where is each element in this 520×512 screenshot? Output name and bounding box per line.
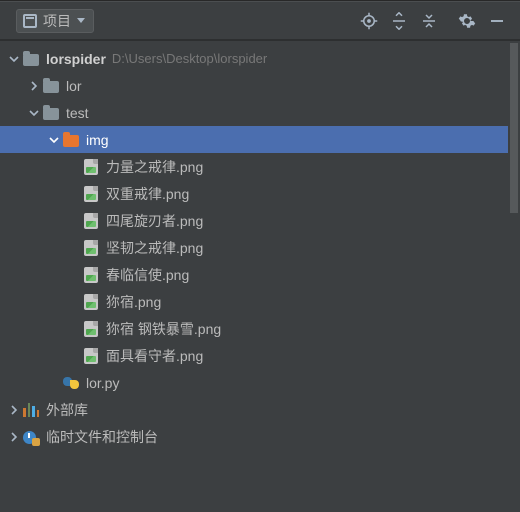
tree-file-png[interactable]: 坚韧之戒律.png: [0, 234, 520, 261]
tree-file-png[interactable]: 狝宿.png: [0, 288, 520, 315]
tree-file-png[interactable]: 面具看守者.png: [0, 342, 520, 369]
tree-folder-lor[interactable]: lor: [0, 72, 520, 99]
chevron-down-icon[interactable]: [26, 105, 42, 121]
chevron-right-icon[interactable]: [26, 78, 42, 94]
image-file-icon: [82, 347, 100, 365]
image-file-icon: [82, 239, 100, 257]
file-label: 狝宿.png: [106, 292, 161, 312]
image-file-icon: [82, 293, 100, 311]
project-label: 项目: [43, 11, 71, 31]
gear-icon[interactable]: [452, 6, 482, 36]
file-label: 四尾旋刃者.png: [106, 211, 203, 231]
image-file-icon: [82, 158, 100, 176]
tree-root[interactable]: lorspider D:\Users\Desktop\lorspider: [0, 45, 520, 72]
project-selector-button[interactable]: 项目: [16, 9, 94, 33]
root-name: lorspider: [46, 51, 106, 67]
file-label: 力量之戒律.png: [106, 157, 203, 177]
external-libs-icon: [22, 401, 40, 419]
image-file-icon: [82, 266, 100, 284]
folder-icon: [62, 131, 80, 149]
scratches-icon: [22, 428, 40, 446]
scratches-label: 临时文件和控制台: [46, 427, 158, 447]
tree-file-png[interactable]: 四尾旋刃者.png: [0, 207, 520, 234]
tree-scratches[interactable]: 临时文件和控制台: [0, 423, 520, 450]
chevron-right-icon[interactable]: [6, 402, 22, 418]
tree-file-png[interactable]: 春临信使.png: [0, 261, 520, 288]
file-label: 面具看守者.png: [106, 346, 203, 366]
folder-icon: [42, 104, 60, 122]
file-label: 坚韧之戒律.png: [106, 238, 203, 258]
image-file-icon: [82, 320, 100, 338]
ext-libs-label: 外部库: [46, 400, 88, 420]
tree-file-png[interactable]: 双重戒律.png: [0, 180, 520, 207]
folder-label: lor: [66, 78, 82, 94]
python-file-icon: [62, 374, 80, 392]
folder-icon: [22, 50, 40, 68]
tree-file-py[interactable]: lor.py: [0, 369, 520, 396]
file-label: 狝宿 钢铁暴雪.png: [106, 319, 221, 339]
chevron-right-icon[interactable]: [6, 429, 22, 445]
folder-label: test: [66, 105, 89, 121]
project-icon: [23, 14, 37, 28]
toolbar: 项目: [0, 1, 520, 41]
tree-folder-img[interactable]: img: [0, 126, 520, 153]
folder-label: img: [86, 132, 109, 148]
image-file-icon: [82, 212, 100, 230]
project-tree[interactable]: lorspider D:\Users\Desktop\lorspider lor…: [0, 41, 520, 450]
collapse-all-icon[interactable]: [414, 6, 444, 36]
tree-external-libs[interactable]: 外部库: [0, 396, 520, 423]
minimize-icon[interactable]: [482, 6, 512, 36]
tree-file-png[interactable]: 力量之戒律.png: [0, 153, 520, 180]
chevron-down-icon[interactable]: [46, 132, 62, 148]
chevron-down-icon[interactable]: [6, 51, 22, 67]
chevron-down-icon: [77, 18, 85, 23]
root-path: D:\Users\Desktop\lorspider: [112, 51, 267, 66]
file-label: 春临信使.png: [106, 265, 189, 285]
locate-icon[interactable]: [354, 6, 384, 36]
image-file-icon: [82, 185, 100, 203]
file-label: 双重戒律.png: [106, 184, 189, 204]
file-label: lor.py: [86, 375, 119, 391]
scrollbar-thumb[interactable]: [510, 43, 518, 213]
tree-folder-test[interactable]: test: [0, 99, 520, 126]
folder-icon: [42, 77, 60, 95]
tree-file-png[interactable]: 狝宿 钢铁暴雪.png: [0, 315, 520, 342]
expand-all-icon[interactable]: [384, 6, 414, 36]
scrollbar[interactable]: [508, 43, 520, 512]
